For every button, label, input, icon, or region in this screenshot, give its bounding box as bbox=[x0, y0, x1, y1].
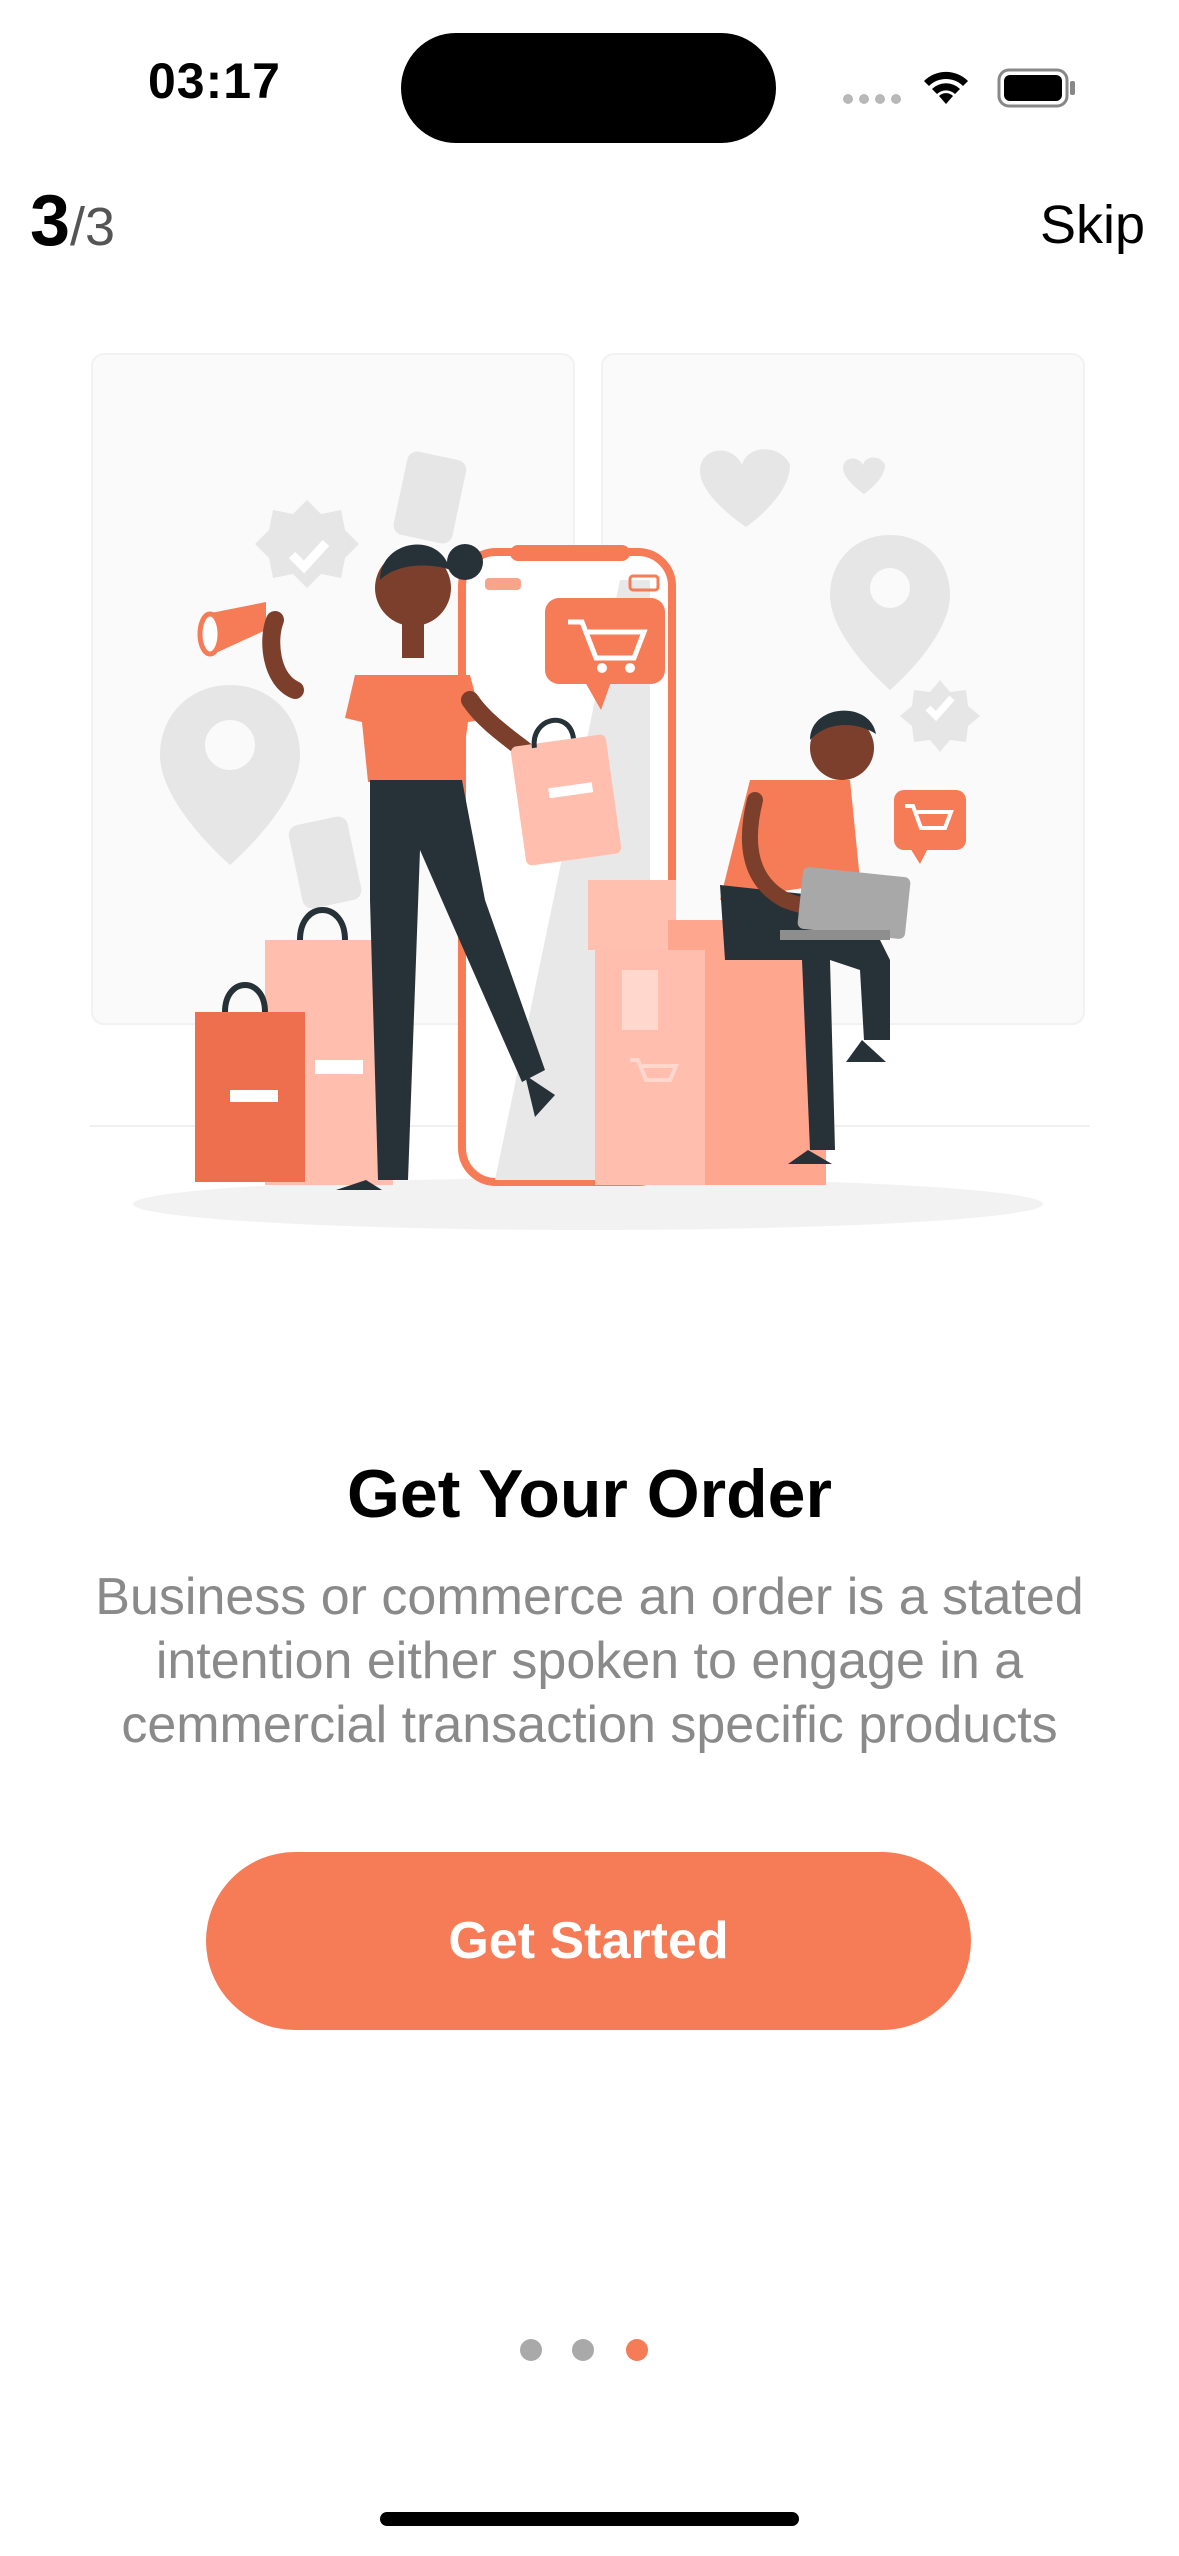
wifi-icon bbox=[924, 71, 968, 104]
shopping-illustration bbox=[90, 353, 1090, 1230]
get-started-button[interactable]: Get Started bbox=[206, 1852, 971, 2030]
page-indicator bbox=[520, 2339, 660, 2363]
onboarding-title: Get Your Order bbox=[347, 1456, 832, 1532]
page-counter-total: /3 bbox=[70, 197, 116, 257]
dynamic-island bbox=[401, 33, 776, 143]
page-counter-current: 3 bbox=[30, 181, 71, 261]
status-time: 03:17 bbox=[148, 53, 281, 109]
page-counter: 3/3 bbox=[30, 180, 116, 261]
page-dot-2[interactable] bbox=[572, 2339, 594, 2361]
status-bar: 03:17 bbox=[0, 0, 1179, 160]
page-dot-1[interactable] bbox=[520, 2339, 542, 2361]
page-dot-3[interactable] bbox=[626, 2339, 648, 2361]
home-indicator[interactable] bbox=[380, 2512, 799, 2526]
battery-icon bbox=[997, 68, 1075, 108]
onboarding-description: Business or commerce an order is a state… bbox=[95, 1568, 1084, 1754]
cellular-signal-icon bbox=[843, 94, 901, 106]
skip-button[interactable]: Skip bbox=[1040, 194, 1145, 256]
